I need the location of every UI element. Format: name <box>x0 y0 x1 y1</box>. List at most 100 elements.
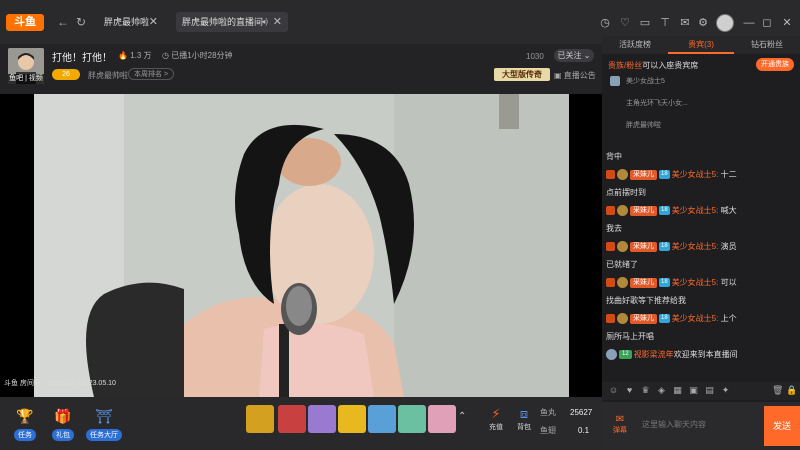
fan-badge: 采妹儿 <box>630 277 657 288</box>
shirt-icon[interactable]: ⊤ <box>658 16 672 30</box>
gear-icon[interactable]: ⚙ <box>696 16 710 30</box>
vip-item[interactable]: 美少女战士5 <box>610 76 665 88</box>
heart-icon[interactable]: ♡ <box>618 16 632 30</box>
trash-icon[interactable]: 🗑 <box>772 385 783 396</box>
gift-item-7[interactable] <box>428 405 456 433</box>
chat-username[interactable]: 美少女战士5: <box>672 242 719 251</box>
refresh-icon[interactable]: ↻ <box>74 14 88 30</box>
chat-list[interactable]: 背中 采妹儿 18 美少女战士5: 十二 点前摆时到 采妹儿 18 美少女战士5: 喊大… <box>602 148 800 376</box>
anchor-name[interactable]: 胖虎最帅啦 <box>88 70 128 81</box>
send-button[interactable]: 发送 <box>764 406 800 446</box>
tab-home[interactable]: 胖虎最帅啦 ✕ <box>98 12 164 32</box>
sound-icon[interactable]: ◂) <box>261 12 268 32</box>
vip-item[interactable]: 胖虎最帅啦 <box>610 120 661 132</box>
gift-item-4[interactable] <box>338 405 366 433</box>
gift-box-button[interactable]: 🎁 礼包 <box>46 405 80 441</box>
clock-icon[interactable]: ◷ <box>598 16 612 30</box>
close-window-icon[interactable]: ✕ <box>780 16 794 30</box>
chat-message: 厕所马上开唱 <box>606 328 790 346</box>
vip-item[interactable]: 主角光环飞天小女... <box>610 98 688 110</box>
room-title: 打他！打他！ <box>52 53 112 64</box>
chat-text: 背中 <box>606 152 622 161</box>
chat-username[interactable]: 美少女战士5: <box>672 278 719 287</box>
fish-fin-label: 鱼翅 <box>540 426 556 435</box>
fan-badge: 采妹儿 <box>630 241 657 252</box>
card-icon[interactable]: ▣ <box>688 385 699 396</box>
crown-icon[interactable]: ♛ <box>640 385 651 396</box>
chat-username[interactable]: 美少女战士5: <box>672 314 719 323</box>
barrage-icon: ✉ <box>615 414 625 425</box>
chat-message: 点前摆时到 <box>606 184 790 202</box>
tab-live-room[interactable]: 胖虎最帅啦的直播间 ◂) ✕ <box>176 12 288 32</box>
chat-text: 厕所马上开唱 <box>606 332 654 341</box>
event-hall-button[interactable]: ⛩ 任务大厅 <box>84 405 124 441</box>
tab-vip[interactable]: 贵宾(3) <box>668 36 734 54</box>
welcome-text: 欢迎来到本直播间 <box>673 350 738 359</box>
fan-badge: 采妹儿 <box>630 169 657 180</box>
close-icon[interactable]: ✕ <box>273 12 282 32</box>
chat-input[interactable] <box>642 412 760 436</box>
message-icon[interactable]: ✉ <box>678 16 692 30</box>
chat-text: 找曲好歌等下推荐给我 <box>606 296 686 305</box>
hall-icon: ⛩ <box>95 408 113 424</box>
tab-label: 胖虎最帅啦的直播间 <box>182 17 264 27</box>
welcome-username[interactable]: 视影梁流年 <box>634 350 674 359</box>
chat-username[interactable]: 美少女战士5: <box>672 170 719 179</box>
task-button[interactable]: 🏆 任务 <box>8 405 42 441</box>
badge-icon[interactable]: ◈ <box>656 385 667 396</box>
chat-username[interactable]: 美少女战士5: <box>672 206 719 215</box>
tab-activity-rank[interactable]: 活跃度榜 <box>602 36 668 54</box>
star-icon[interactable]: ✦ <box>720 385 731 396</box>
emoji-icon[interactable]: ☺ <box>608 385 619 396</box>
vip-badge-icon <box>610 76 620 87</box>
weekly-rank-button[interactable]: 本周排名 > <box>128 68 175 80</box>
user-level-tag: 18 <box>659 170 670 180</box>
vip-badge-icon <box>610 98 620 108</box>
douyu-logo[interactable]: 斗鱼 <box>6 14 44 31</box>
fish-fin-balance: 鱼翅 0.1 <box>540 425 589 436</box>
gift-item-6[interactable] <box>398 405 426 433</box>
recharge-button[interactable]: ⚡ 充值 <box>484 406 508 432</box>
chat-text: 喊大 <box>720 206 737 215</box>
vip-name: 胖虎最帅啦 <box>626 122 661 129</box>
user-level-tag: 18 <box>659 206 670 216</box>
video-frame[interactable] <box>34 94 569 397</box>
hot-count: 🔥 1.3 万 <box>118 50 152 61</box>
follow-button[interactable]: 已关注 ⌄ <box>554 49 594 62</box>
gift-item-1[interactable] <box>246 405 274 433</box>
user-level-tag: 18 <box>659 278 670 288</box>
rank-icon <box>617 241 628 253</box>
chat-message: 找曲好歌等下推荐给我 <box>606 292 790 310</box>
video-player[interactable]: 斗鱼 房间号：9253131 | 2023.05.10 <box>0 94 602 397</box>
gift-item-3[interactable] <box>308 405 336 433</box>
chat-text: 点前摆时到 <box>606 188 646 197</box>
gift-item-2[interactable] <box>278 405 306 433</box>
barrage-toggle[interactable]: ✉ 弹幕 <box>608 414 632 435</box>
tab-diamond-fans[interactable]: 钻石粉丝 <box>734 36 800 54</box>
user-avatar[interactable] <box>716 14 734 32</box>
streamer-avatar[interactable]: 鱼吧 | 视频 <box>8 48 44 84</box>
vip-header: 贵族/粉丝可以入座贵宾席 开通贵族 <box>602 58 800 72</box>
folder-icon[interactable]: ▭ <box>638 16 652 30</box>
open-noble-button[interactable]: 开通贵族 <box>756 58 794 71</box>
bag-icon[interactable]: ▤ <box>704 385 715 396</box>
minimize-icon[interactable]: — <box>742 16 756 30</box>
chevron-up-icon[interactable]: ⌃ <box>458 411 466 422</box>
maximize-icon[interactable]: ◻ <box>760 16 774 30</box>
chat-input-area: ✉ 弹幕 发送 <box>602 402 800 450</box>
user-level-tag: 18 <box>659 242 670 252</box>
room-watermark: 斗鱼 房间号：9253131 | 2023.05.10 <box>4 380 116 387</box>
hot-value: 1.3 万 <box>130 51 152 60</box>
announcement-link[interactable]: ▣ 直播公告 <box>554 70 596 81</box>
ad-banner[interactable]: 大型版传奇 <box>494 68 550 81</box>
chat-text: 上个 <box>720 314 737 323</box>
gift-icon[interactable]: ▦ <box>672 385 683 396</box>
close-icon[interactable]: ✕ <box>149 12 158 32</box>
chat-message: 采妹儿 18 美少女战士5: 可以 <box>606 274 790 292</box>
backpack-button[interactable]: ⧈ 背包 <box>512 406 536 432</box>
back-arrow-icon[interactable]: ← <box>56 14 70 30</box>
gift-item-5[interactable] <box>368 405 396 433</box>
fans-count: 1030 <box>526 52 544 61</box>
fans-icon[interactable]: ♥ <box>624 385 635 396</box>
lock-icon[interactable]: 🔒 <box>786 385 797 396</box>
